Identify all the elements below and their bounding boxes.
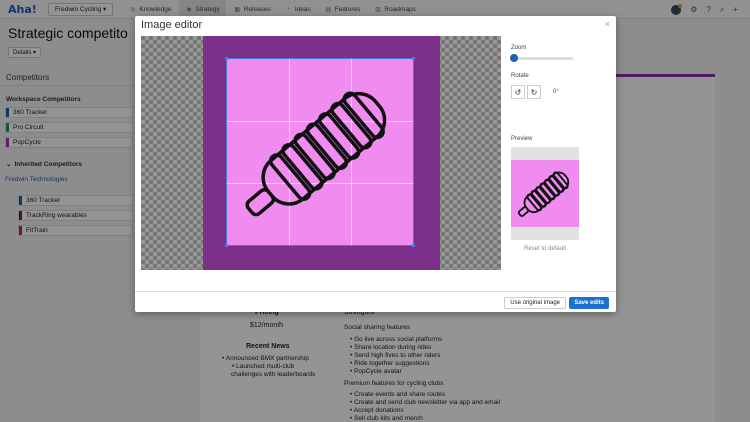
zoom-label: Zoom: [511, 45, 527, 51]
crop-handle[interactable]: [225, 244, 228, 247]
rotate-right-button[interactable]: ↻: [527, 85, 541, 99]
rotation-value: 0°: [553, 89, 559, 95]
rotate-controls: ↺ ↻ 0°: [511, 85, 611, 99]
save-edits-button[interactable]: Save edits: [569, 297, 609, 309]
crop-box[interactable]: [225, 57, 415, 247]
modal-footer: Use original image Save edits: [135, 291, 616, 312]
modal-title: Image editor: [141, 19, 203, 31]
zoom-slider-knob[interactable]: [510, 54, 518, 62]
popsicle-icon: [517, 171, 570, 217]
image-editor-modal: Image editor × Zoom Rotate ↺ ↻ 0° Previe…: [135, 16, 616, 312]
editor-controls: Zoom Rotate ↺ ↻ 0° Preview Reset to defa…: [510, 36, 611, 252]
rotate-right-icon: ↻: [530, 87, 538, 97]
image-crop-area[interactable]: [141, 36, 501, 270]
popsicle-icon: [245, 91, 387, 217]
crop-handle[interactable]: [412, 244, 415, 247]
rotate-left-button[interactable]: ↺: [511, 85, 525, 99]
close-icon[interactable]: ×: [605, 19, 610, 29]
crop-handle[interactable]: [412, 57, 415, 60]
crop-handle[interactable]: [225, 57, 228, 60]
zoom-slider[interactable]: [510, 54, 573, 62]
preview-image: [511, 160, 579, 227]
rotate-label: Rotate: [511, 73, 529, 79]
preview-label: Preview: [511, 136, 533, 142]
rotate-left-icon: ↺: [514, 87, 522, 97]
image-preview: [511, 147, 579, 240]
use-original-image-button[interactable]: Use original image: [504, 297, 566, 309]
reset-to-default-link[interactable]: Reset to default: [511, 246, 579, 252]
